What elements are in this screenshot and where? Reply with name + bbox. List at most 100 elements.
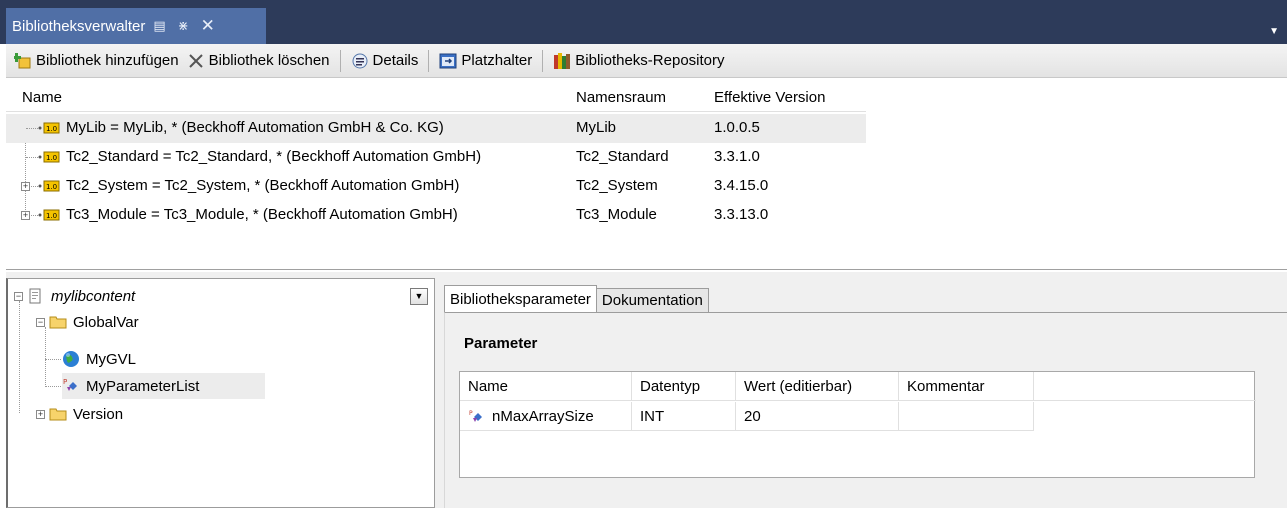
library-version: 3.3.1.0 (714, 148, 760, 165)
library-content-tree: − mylibcontent ▼ − GlobalVar MyGVL P MyP… (6, 278, 435, 508)
parameter-grid-header: Name Datentyp Wert (editierbar) Kommenta… (460, 372, 1256, 401)
globe-icon (63, 351, 79, 367)
parameter-name-cell: P nMaxArraySize (460, 402, 632, 431)
library-version: 3.4.15.0 (714, 177, 769, 194)
expand-icon[interactable]: + (36, 409, 45, 419)
document-tab-title: Bibliotheksverwalter (12, 17, 146, 35)
folder-icon (49, 408, 67, 421)
lower-pane: − mylibcontent ▼ − GlobalVar MyGVL P MyP… (6, 272, 1287, 508)
library-name: Tc2_Standard = Tc2_Standard, * (Beckhoff… (66, 148, 482, 165)
detail-panel: Bibliotheksparameter Dokumentation Param… (440, 278, 1287, 508)
column-header-datatype[interactable]: Datentyp (632, 372, 736, 401)
parameter-value[interactable]: 20 (736, 402, 899, 431)
tree-connector-line (26, 128, 38, 129)
library-version: 1.0.0.5 (714, 119, 760, 136)
tree-item-myparameterlist[interactable]: P MyParameterList (62, 373, 265, 399)
tree-connector-line (26, 157, 38, 158)
delete-icon (187, 52, 205, 70)
column-header-version[interactable]: Effektive Version (714, 89, 825, 106)
library-namespace: Tc2_System (576, 177, 658, 194)
repository-icon (553, 52, 571, 70)
library-reference-icon: 1.0 (38, 151, 60, 163)
toolbar-separator (542, 49, 544, 72)
library-reference-icon: 1.0 (38, 180, 60, 192)
column-header-name[interactable]: Name (460, 372, 632, 401)
toolbar-separator (339, 49, 341, 72)
library-reference-icon: 1.0 (38, 122, 60, 134)
svg-text:1.0: 1.0 (46, 212, 57, 220)
toolbar: Bibliothek hinzufügen Bibliothek löschen… (6, 44, 1287, 78)
expand-icon[interactable]: + (21, 182, 30, 191)
tree-root-label: mylibcontent (51, 287, 136, 305)
svg-text:1.0: 1.0 (46, 183, 57, 191)
tree-item-label: MyParameterList (86, 377, 200, 395)
library-version: 3.3.13.0 (714, 206, 769, 223)
table-row[interactable]: P nMaxArraySize INT 20 (460, 402, 1034, 431)
parameter-section-title: Parameter (464, 335, 538, 352)
placeholder-button[interactable]: Platzhalter (435, 47, 536, 75)
library-namespace: Tc2_Standard (576, 148, 669, 165)
expand-icon[interactable]: + (21, 211, 30, 220)
chevron-down-icon[interactable]: ▼ (410, 288, 428, 305)
library-list: Name Namensraum Effektive Version 1.0 My… (6, 80, 1287, 270)
details-button[interactable]: Details (347, 47, 423, 75)
svg-text:1.0: 1.0 (46, 154, 57, 162)
column-header-value[interactable]: Wert (editierbar) (736, 372, 899, 401)
tab-library-parameters[interactable]: Bibliotheksparameter (444, 285, 597, 312)
tree-connector-line (31, 215, 38, 216)
repository-button[interactable]: Bibliotheks-Repository (549, 47, 728, 75)
library-name: Tc2_System = Tc2_System, * (Beckhoff Aut… (66, 177, 460, 194)
add-library-label: Bibliothek hinzufügen (36, 52, 179, 69)
document-tab[interactable]: Bibliotheksverwalter ▤ ⋇ ✕ (6, 8, 266, 44)
library-namespace: Tc3_Module (576, 206, 657, 223)
library-row[interactable]: 1.0 MyLib = MyLib, * (Beckhoff Automatio… (6, 114, 866, 143)
library-namespace: MyLib (576, 119, 617, 136)
tree-item-label: MyGVL (86, 350, 137, 368)
tree-item-version[interactable]: + Version (36, 401, 123, 427)
library-row[interactable]: + 1.0 Tc3_Module = Tc3_Module, * (Beckho… (6, 201, 866, 230)
delete-library-label: Bibliothek löschen (208, 52, 330, 69)
tree-connector-line (31, 186, 38, 187)
collapse-icon[interactable]: − (36, 317, 45, 327)
parameter-grid: Name Datentyp Wert (editierbar) Kommenta… (459, 371, 1256, 478)
column-header-namespace[interactable]: Namensraum (576, 89, 666, 106)
tab-documentation[interactable]: Dokumentation (595, 288, 709, 312)
parameter-name: nMaxArraySize (492, 408, 594, 425)
toolbar-separator (428, 49, 430, 72)
library-reference-icon: 1.0 (38, 209, 60, 221)
tree-connector-line (45, 327, 46, 387)
library-row[interactable]: 1.0 Tc2_Standard = Tc2_Standard, * (Beck… (6, 143, 866, 172)
placeholder-icon (439, 52, 457, 70)
delete-library-button[interactable]: Bibliothek löschen (183, 47, 334, 75)
close-icon[interactable]: ✕ (201, 16, 215, 36)
placeholder-label: Platzhalter (461, 52, 533, 69)
document-icon (29, 288, 41, 304)
pin-icon[interactable]: ▤ (153, 18, 165, 34)
tree-item-label: GlobalVar (73, 313, 139, 331)
collapse-icon[interactable]: − (14, 291, 23, 301)
repository-label: Bibliotheks-Repository (575, 52, 725, 69)
parameter-icon: P (469, 410, 482, 422)
add-library-button[interactable]: Bibliothek hinzufügen (10, 47, 183, 75)
parameter-comment[interactable] (899, 402, 1034, 431)
tree-item-mygvl[interactable]: MyGVL (62, 346, 136, 372)
svg-text:1.0: 1.0 (46, 125, 57, 133)
library-row[interactable]: + 1.0 Tc2_System = Tc2_System, * (Beckho… (6, 172, 866, 201)
tree-root[interactable]: − mylibcontent (14, 283, 135, 309)
column-header-comment[interactable]: Kommentar (899, 372, 1034, 401)
parameter-type: INT (632, 402, 736, 431)
library-name: Tc3_Module = Tc3_Module, * (Beckhoff Aut… (66, 206, 458, 223)
tree-connector-line (45, 386, 61, 387)
dropdown-icon[interactable]: ▼ (1269, 26, 1279, 37)
svg-text:P: P (63, 378, 67, 386)
column-header-name[interactable]: Name (22, 89, 62, 106)
tree-item-globalvar[interactable]: − GlobalVar (36, 309, 139, 335)
library-name: MyLib = MyLib, * (Beckhoff Automation Gm… (66, 119, 444, 136)
window-titlebar: Bibliotheksverwalter ▤ ⋇ ✕ ▼ (0, 0, 1287, 44)
svg-text:P: P (469, 410, 473, 417)
folder-icon (49, 316, 67, 329)
dock-icon[interactable]: ⋇ (178, 18, 189, 34)
details-label: Details (372, 52, 419, 69)
tree-item-label: Version (73, 405, 124, 423)
tab-content: Parameter Name Datentyp Wert (editierbar… (444, 312, 1287, 508)
